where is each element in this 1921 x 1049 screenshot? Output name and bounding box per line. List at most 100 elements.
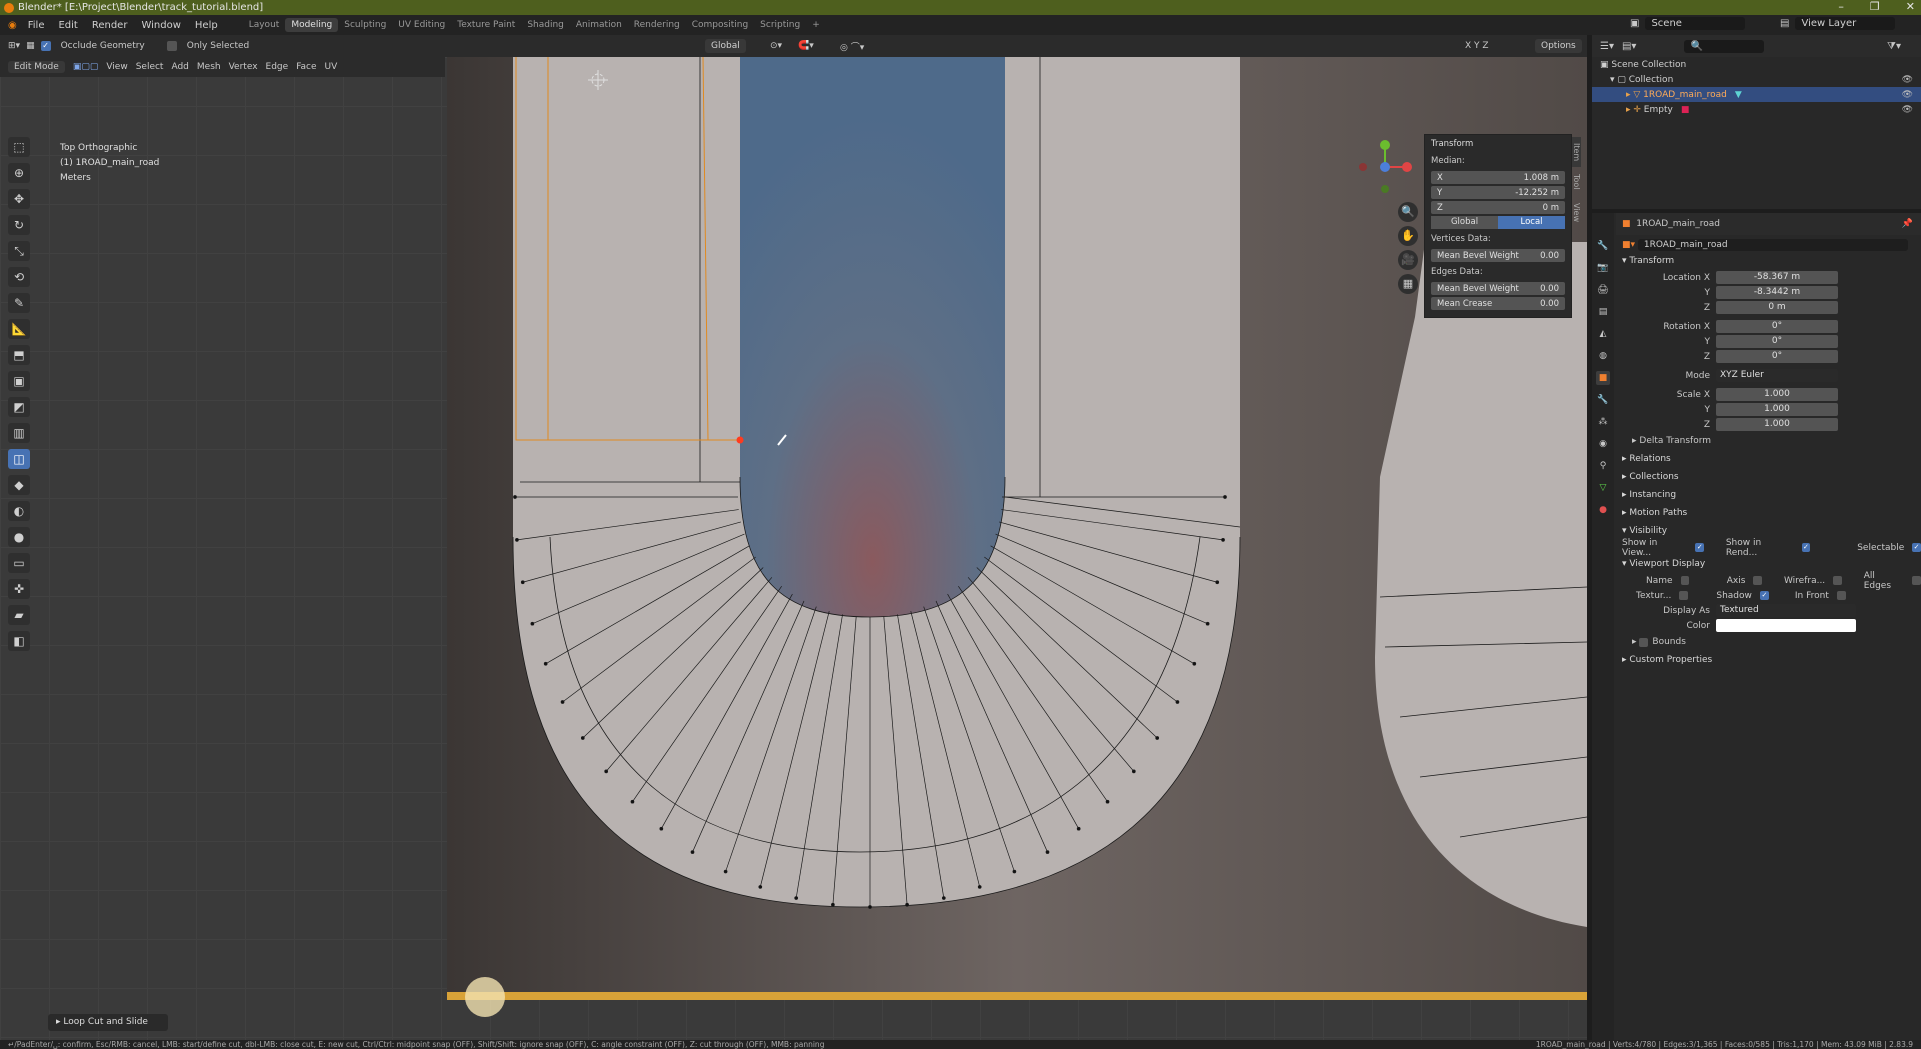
menu-view[interactable]: View bbox=[106, 62, 127, 72]
median-y-field[interactable]: Y -12.252 m bbox=[1431, 186, 1565, 199]
in-front-checkbox[interactable] bbox=[1836, 591, 1846, 600]
location-z[interactable]: Z0 m bbox=[1616, 300, 1921, 315]
object-name-field[interactable]: ■▾ 1ROAD_main_road bbox=[1616, 237, 1921, 252]
maximize-button[interactable]: ❐ bbox=[1870, 0, 1880, 13]
select-tool-icon[interactable]: ⬚ bbox=[8, 137, 30, 157]
eye-icon[interactable]: 👁 bbox=[1902, 90, 1913, 100]
workspace-tab-layout[interactable]: Layout bbox=[243, 18, 286, 32]
physics-tab-icon[interactable]: ◉ bbox=[1596, 437, 1610, 451]
shrink-fatten-tool-icon[interactable]: ✜ bbox=[8, 579, 30, 599]
scale-tool-icon[interactable]: ⤡ bbox=[8, 241, 30, 261]
bevel-tool-icon[interactable]: ◩ bbox=[8, 397, 30, 417]
loop-cut-tool-icon[interactable]: ▥ bbox=[8, 423, 30, 443]
transform-section[interactable]: ▾ Transform bbox=[1616, 252, 1921, 270]
mesh-select-icon[interactable]: ▦ bbox=[26, 41, 35, 51]
transform-tool-icon[interactable]: ⟲ bbox=[8, 267, 30, 287]
menu-face[interactable]: Face bbox=[296, 62, 316, 72]
object-tab-icon[interactable]: ■ bbox=[1596, 371, 1610, 385]
only-selected-checkbox[interactable] bbox=[166, 41, 177, 51]
location-y[interactable]: Y -8.3442 m bbox=[1616, 285, 1921, 300]
data-tab-icon[interactable]: ▽ bbox=[1596, 481, 1610, 495]
outliner-search-input[interactable]: 🔍 bbox=[1684, 39, 1765, 53]
constraints-tab-icon[interactable]: ⚲ bbox=[1596, 459, 1610, 473]
menu-window[interactable]: Window bbox=[134, 20, 187, 31]
workspace-tab-texture-paint[interactable]: Texture Paint bbox=[451, 18, 521, 32]
proportional-edit-icon[interactable]: ◎ ⌒▾ bbox=[840, 40, 864, 53]
location-x[interactable]: Location X -58.367 m bbox=[1616, 270, 1921, 285]
ortho-grid-icon[interactable]: ▦ bbox=[1398, 274, 1418, 294]
median-z-field[interactable]: Z0 m bbox=[1431, 201, 1565, 214]
outliner-row-scene-collection[interactable]: ▣ Scene Collection bbox=[1592, 57, 1921, 72]
workspace-tab-compositing[interactable]: Compositing bbox=[686, 18, 754, 32]
menu-edit[interactable]: Edit bbox=[51, 20, 84, 31]
spin-tool-icon[interactable]: ◐ bbox=[8, 501, 30, 521]
workspace-tab-scripting[interactable]: Scripting bbox=[754, 18, 806, 32]
collections-section[interactable]: ▸ Collections bbox=[1616, 468, 1921, 486]
delta-transform-section[interactable]: ▸ Delta Transform bbox=[1616, 432, 1921, 450]
scene-tab-icon[interactable]: ◭ bbox=[1596, 327, 1610, 341]
world-tab-icon[interactable]: ◍ bbox=[1596, 349, 1610, 363]
view-layer-tab-icon[interactable]: ▤ bbox=[1596, 305, 1610, 319]
eye-icon[interactable]: 👁 bbox=[1902, 105, 1913, 115]
menu-file[interactable]: File bbox=[21, 20, 52, 31]
workspace-tab-animation[interactable]: Animation bbox=[570, 18, 628, 32]
axis-checkbox[interactable] bbox=[1753, 576, 1763, 585]
active-vertex[interactable] bbox=[736, 436, 744, 444]
render-tab-icon[interactable]: 📷 bbox=[1596, 261, 1610, 275]
edge-bevel-weight-field[interactable]: Mean Bevel Weight 0.00 bbox=[1431, 282, 1565, 295]
add-workspace-button[interactable]: + bbox=[806, 18, 826, 32]
rotate-tool-icon[interactable]: ↻ bbox=[8, 215, 30, 235]
menu-select[interactable]: Select bbox=[136, 62, 164, 72]
workspace-tab-modeling[interactable]: Modeling bbox=[285, 18, 339, 32]
texture-space-checkbox[interactable] bbox=[1679, 591, 1689, 600]
edge-slide-tool-icon[interactable]: ▭ bbox=[8, 553, 30, 573]
editor-type-icon[interactable]: ⊞▾ bbox=[8, 41, 20, 51]
tab-item[interactable]: Item bbox=[1572, 137, 1581, 167]
inset-tool-icon[interactable]: ▣ bbox=[8, 371, 30, 391]
workspace-tab-shading[interactable]: Shading bbox=[521, 18, 570, 32]
tool-tab-icon[interactable]: 🔧 bbox=[1596, 239, 1610, 253]
orientation-dropdown[interactable]: Global bbox=[705, 39, 746, 53]
extrude-tool-icon[interactable]: ⬒ bbox=[8, 345, 30, 365]
shear-tool-icon[interactable]: ▰ bbox=[8, 605, 30, 625]
particles-tab-icon[interactable]: ⁂ bbox=[1596, 415, 1610, 429]
options-dropdown[interactable]: Options bbox=[1535, 39, 1582, 53]
last-operator-panel[interactable]: ▸ Loop Cut and Slide bbox=[48, 1014, 168, 1031]
mesh-canvas[interactable] bbox=[0, 57, 1587, 1040]
outliner-row-collection[interactable]: ▾ ▢ Collection 👁 bbox=[1592, 72, 1921, 87]
view-layer-selector[interactable]: View Layer bbox=[1795, 17, 1896, 30]
smooth-tool-icon[interactable]: ● bbox=[8, 527, 30, 547]
snap-icon[interactable]: 🧲▾ bbox=[798, 41, 814, 51]
workspace-tab-uv-editing[interactable]: UV Editing bbox=[392, 18, 451, 32]
mirror-axes[interactable]: X Y Z bbox=[1465, 41, 1489, 51]
motion-paths-section[interactable]: ▸ Motion Paths bbox=[1616, 504, 1921, 522]
camera-icon[interactable]: 🎥 bbox=[1398, 250, 1418, 270]
menu-edge[interactable]: Edge bbox=[266, 62, 289, 72]
menu-vertex[interactable]: Vertex bbox=[229, 62, 258, 72]
constraint-icon[interactable]: ■ bbox=[1681, 105, 1690, 115]
global-button[interactable]: Global bbox=[1431, 216, 1498, 229]
material-tab-icon[interactable]: ● bbox=[1596, 503, 1610, 517]
pivot-icon[interactable]: ⊙▾ bbox=[770, 41, 782, 51]
menu-help[interactable]: Help bbox=[188, 20, 225, 31]
selectable-checkbox[interactable]: ✓ bbox=[1912, 543, 1921, 552]
object-color[interactable]: Color bbox=[1616, 618, 1921, 633]
outliner-row-empty[interactable]: ▸ ✛ Empty ■ 👁 bbox=[1592, 102, 1921, 117]
close-button[interactable]: ✕ bbox=[1906, 0, 1915, 13]
vertex-bevel-weight-field[interactable]: Mean Bevel Weight 0.00 bbox=[1431, 249, 1565, 262]
wireframe-checkbox[interactable] bbox=[1833, 576, 1842, 585]
pin-icon[interactable]: 📌 bbox=[1902, 219, 1913, 229]
3d-viewport[interactable]: ⬚ ⊕ ✥ ↻ ⤡ ⟲ ✎ 📐 ⬒ ▣ ◩ ▥ ◫ ◆ ◐ ● ▭ ✜ ▰ ◧ … bbox=[0, 57, 1587, 1040]
menu-mesh[interactable]: Mesh bbox=[197, 62, 221, 72]
cursor-tool-icon[interactable]: ⊕ bbox=[8, 163, 30, 183]
outliner-row-road[interactable]: ▸ ▽ 1ROAD_main_road ▼ 👁 bbox=[1592, 87, 1921, 102]
modifier-tab-icon[interactable]: 🔧 bbox=[1596, 393, 1610, 407]
show-in-viewport-checkbox[interactable]: ✓ bbox=[1695, 543, 1705, 552]
median-x-field[interactable]: X 1.008 m bbox=[1431, 171, 1565, 184]
annotate-tool-icon[interactable]: ✎ bbox=[8, 293, 30, 313]
workspace-tab-sculpting[interactable]: Sculpting bbox=[338, 18, 392, 32]
minimize-button[interactable]: – bbox=[1838, 0, 1844, 13]
output-tab-icon[interactable]: 🖨 bbox=[1596, 283, 1610, 297]
rotation-x[interactable]: Rotation X 0° bbox=[1616, 319, 1921, 334]
menu-add[interactable]: Add bbox=[171, 62, 188, 72]
